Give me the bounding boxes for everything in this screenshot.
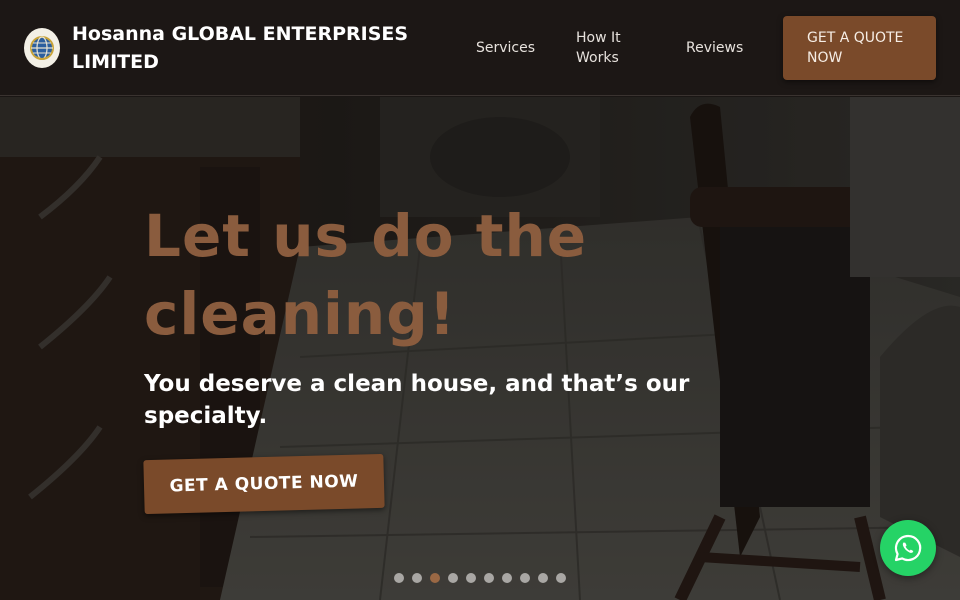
hero-slider: Let us do the cleaning! You deserve a cl… [0,97,960,600]
brand-name[interactable]: Hosanna GLOBAL ENTERPRISES LIMITED [72,20,452,76]
globe-logo-icon[interactable] [24,28,60,68]
slider-dot[interactable] [448,573,458,583]
slider-dot[interactable] [484,573,494,583]
header-quote-button[interactable]: GET A QUOTE NOW [783,16,936,80]
slider-dot[interactable] [430,573,440,583]
slider-dot[interactable] [538,573,548,583]
site-header: Hosanna GLOBAL ENTERPRISES LIMITED Servi… [0,0,960,96]
slider-dot[interactable] [394,573,404,583]
hero-subtitle: You deserve a clean house, and that’s ou… [144,371,690,429]
nav-reviews[interactable]: Reviews [686,38,743,58]
nav-services[interactable]: Services [476,38,535,58]
slider-dot[interactable] [556,573,566,583]
slider-dot[interactable] [520,573,530,583]
slider-pagination [394,573,566,583]
slider-dot[interactable] [502,573,512,583]
slider-dot[interactable] [412,573,422,583]
whatsapp-chat-button[interactable] [880,520,936,576]
hero-quote-button[interactable]: GET A QUOTE NOW [143,453,385,515]
slider-dot[interactable] [466,573,476,583]
whatsapp-icon [894,534,922,562]
hero-title: Let us do the cleaning! [144,202,588,348]
nav-how-it-works[interactable]: How It Works [576,28,646,68]
